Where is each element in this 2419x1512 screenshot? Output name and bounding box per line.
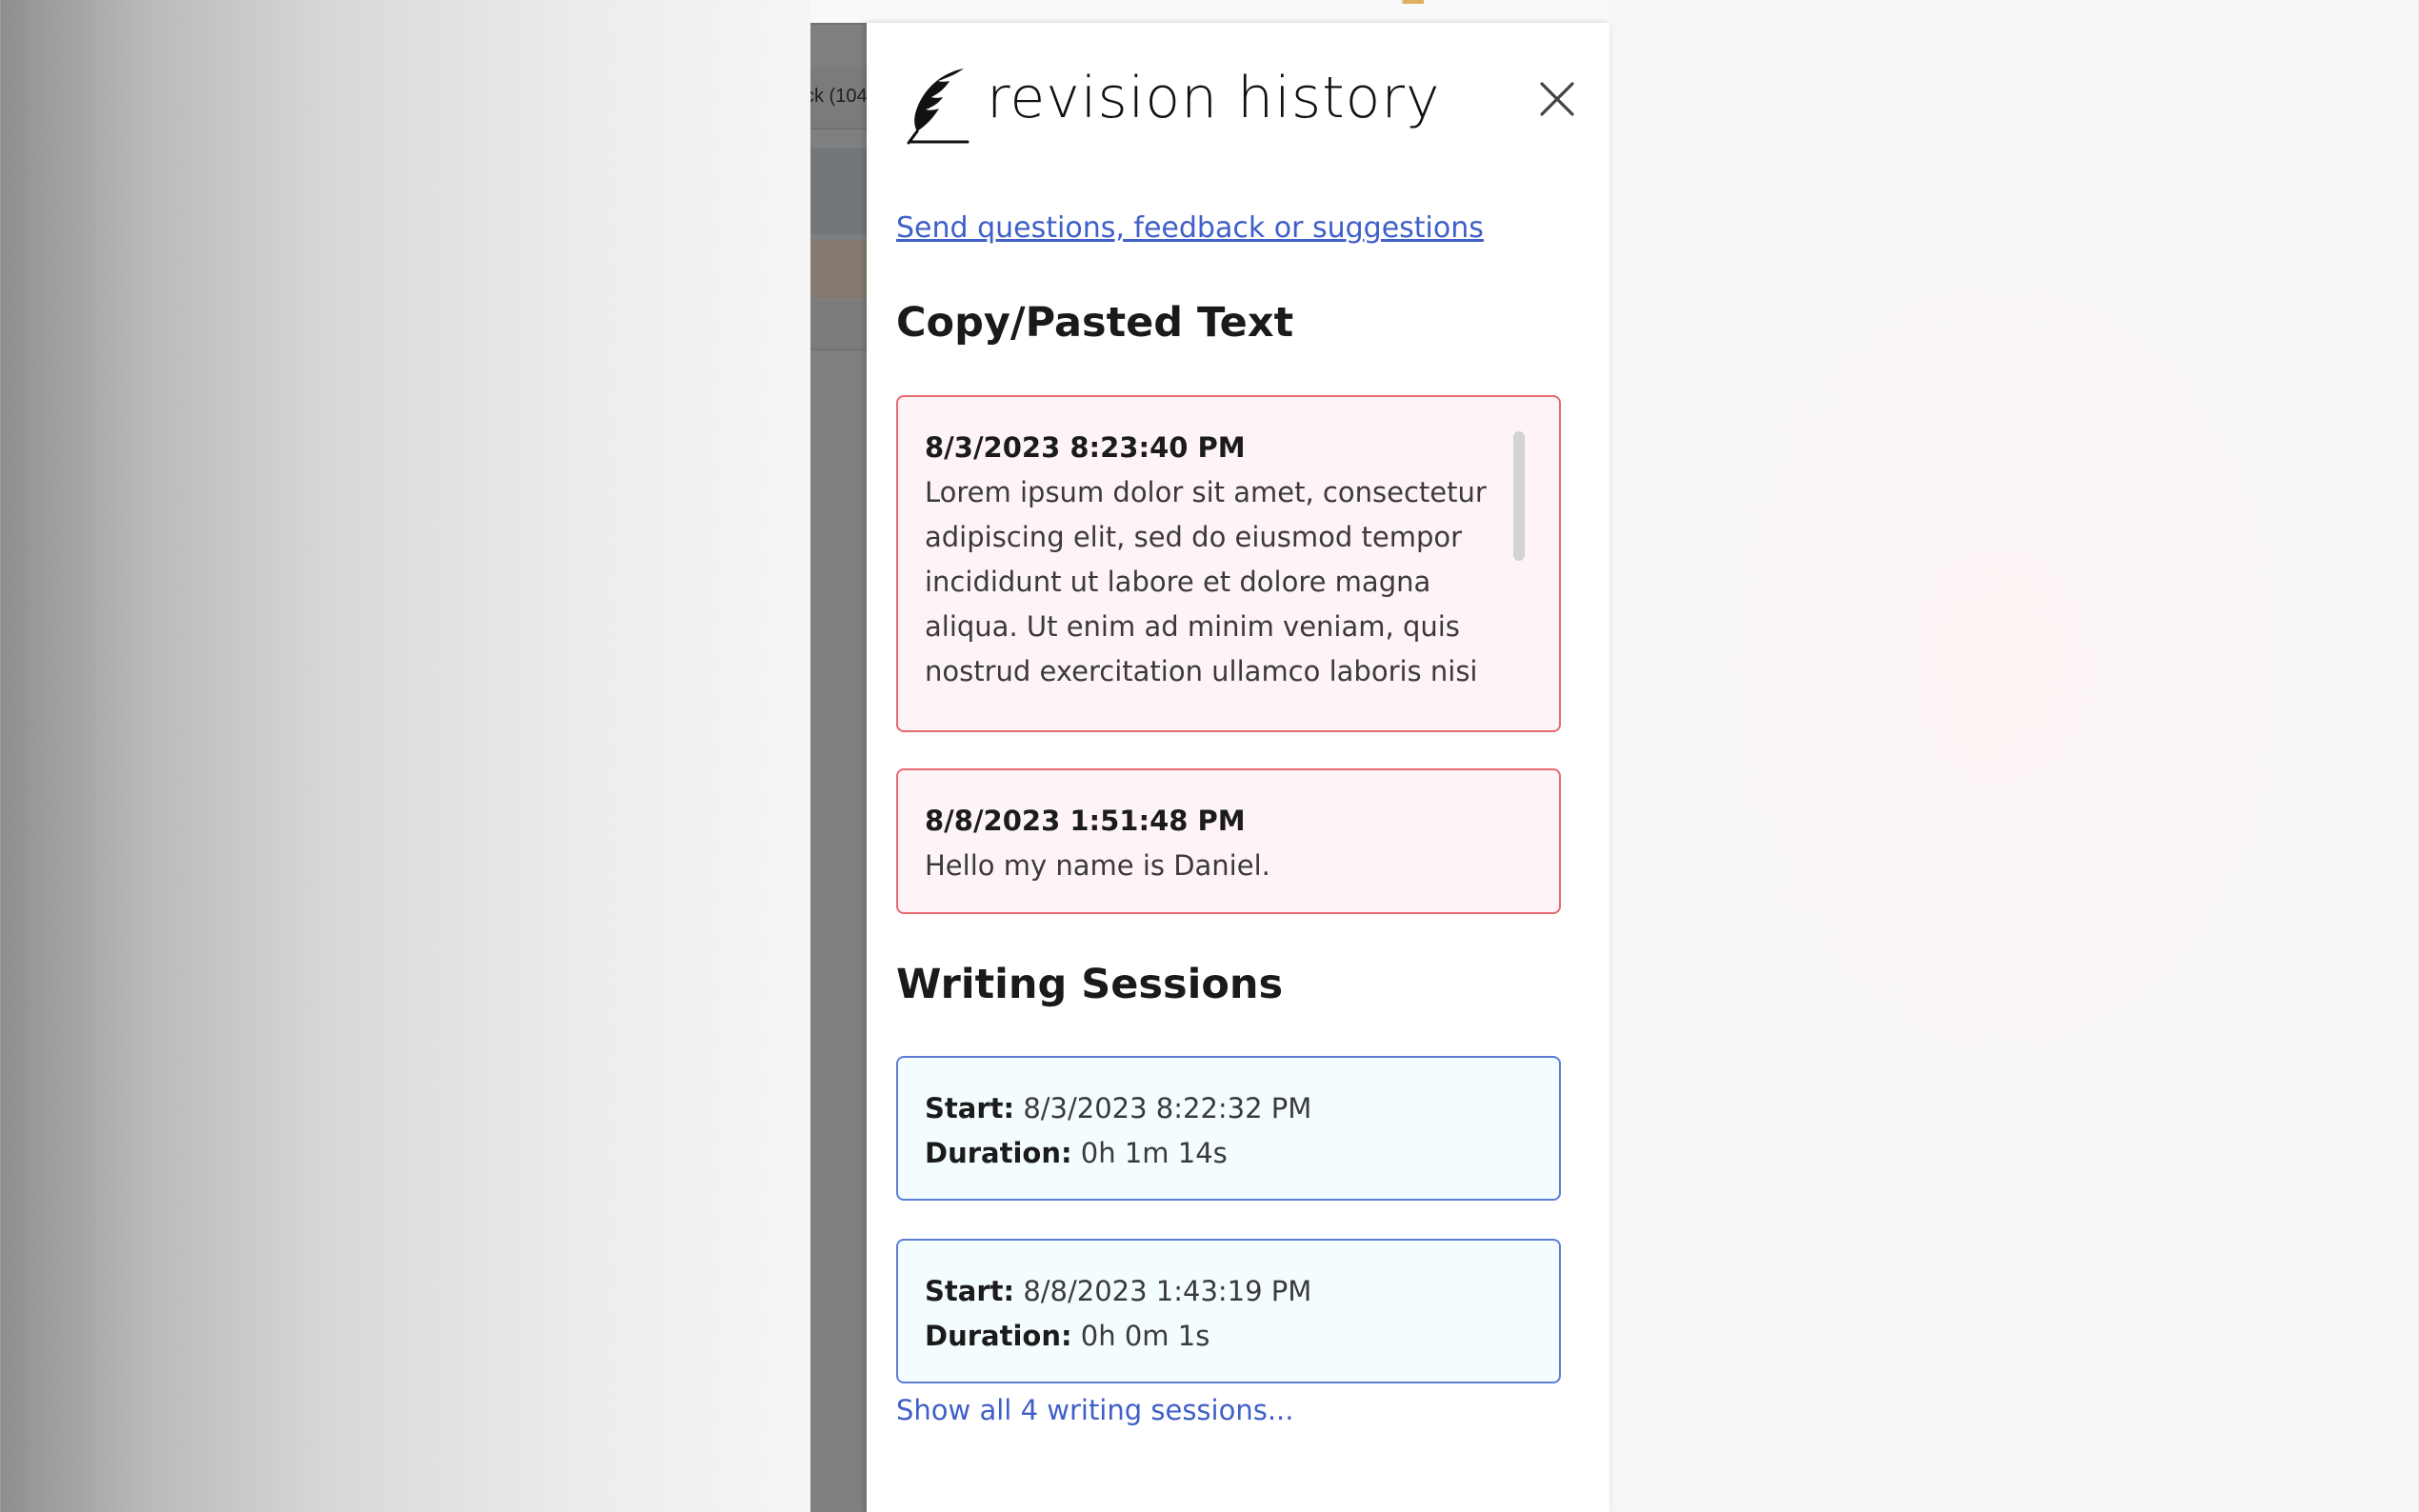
underlying-toolbar [810, 149, 867, 234]
close-icon [1540, 82, 1574, 116]
underlying-tab-label: ck (104 [810, 86, 867, 107]
paste-card[interactable]: 8/8/2023 1:51:48 PM Hello my name is Dan… [896, 768, 1561, 914]
session-start-label: Start: [925, 1275, 1015, 1307]
top-accent-icon [1401, 0, 1424, 4]
session-duration: Duration: 0h 0m 1s [925, 1314, 1532, 1359]
underlying-highlight-row [810, 240, 867, 299]
paste-text: Lorem ipsum dolor sit amet, consectetur … [925, 476, 1487, 687]
paste-card[interactable]: 8/3/2023 8:23:40 PM Lorem ipsum dolor si… [896, 395, 1561, 732]
session-duration-value: 0h 1m 14s [1080, 1137, 1228, 1169]
session-card[interactable]: Start: 8/3/2023 8:22:32 PM Duration: 0h … [896, 1056, 1561, 1201]
copy-paste-title: Copy/Pasted Text [896, 299, 1294, 347]
brand-title: revision history [987, 65, 1441, 131]
browser-top-strip [810, 0, 1609, 23]
session-start-value: 8/8/2023 1:43:19 PM [1023, 1275, 1312, 1307]
session-duration-value: 0h 0m 1s [1080, 1320, 1210, 1352]
background-glow [1619, 143, 2381, 1190]
paste-timestamp: 8/8/2023 1:51:48 PM [925, 805, 1246, 837]
paste-text: Hello my name is Daniel. [925, 849, 1270, 882]
underlying-tab[interactable]: ck (104 [810, 67, 867, 129]
session-duration-label: Duration: [925, 1137, 1072, 1169]
session-duration-label: Duration: [925, 1320, 1072, 1352]
session-start-label: Start: [925, 1092, 1015, 1124]
show-all-sessions-link[interactable]: Show all 4 writing sessions... [896, 1394, 1293, 1426]
feedback-link[interactable]: Send questions, feedback or suggestions [896, 211, 1484, 245]
session-card[interactable]: Start: 8/8/2023 1:43:19 PM Duration: 0h … [896, 1239, 1561, 1383]
underlying-app: ck (104 [810, 23, 867, 1512]
quill-icon [907, 69, 970, 145]
paste-scrollbar[interactable] [1513, 431, 1525, 561]
panel-header: revision history [905, 61, 1590, 147]
session-start: Start: 8/8/2023 1:43:19 PM [925, 1269, 1532, 1314]
underlying-row [810, 301, 867, 350]
paste-timestamp: 8/3/2023 8:23:40 PM [925, 431, 1246, 464]
session-duration: Duration: 0h 1m 14s [925, 1131, 1532, 1176]
close-button[interactable] [1539, 81, 1575, 117]
writing-sessions-title: Writing Sessions [896, 961, 1284, 1008]
revision-history-panel: revision history Send questions, feedbac… [867, 23, 1609, 1512]
session-start: Start: 8/3/2023 8:22:32 PM [925, 1086, 1532, 1131]
session-start-value: 8/3/2023 8:22:32 PM [1023, 1092, 1312, 1124]
